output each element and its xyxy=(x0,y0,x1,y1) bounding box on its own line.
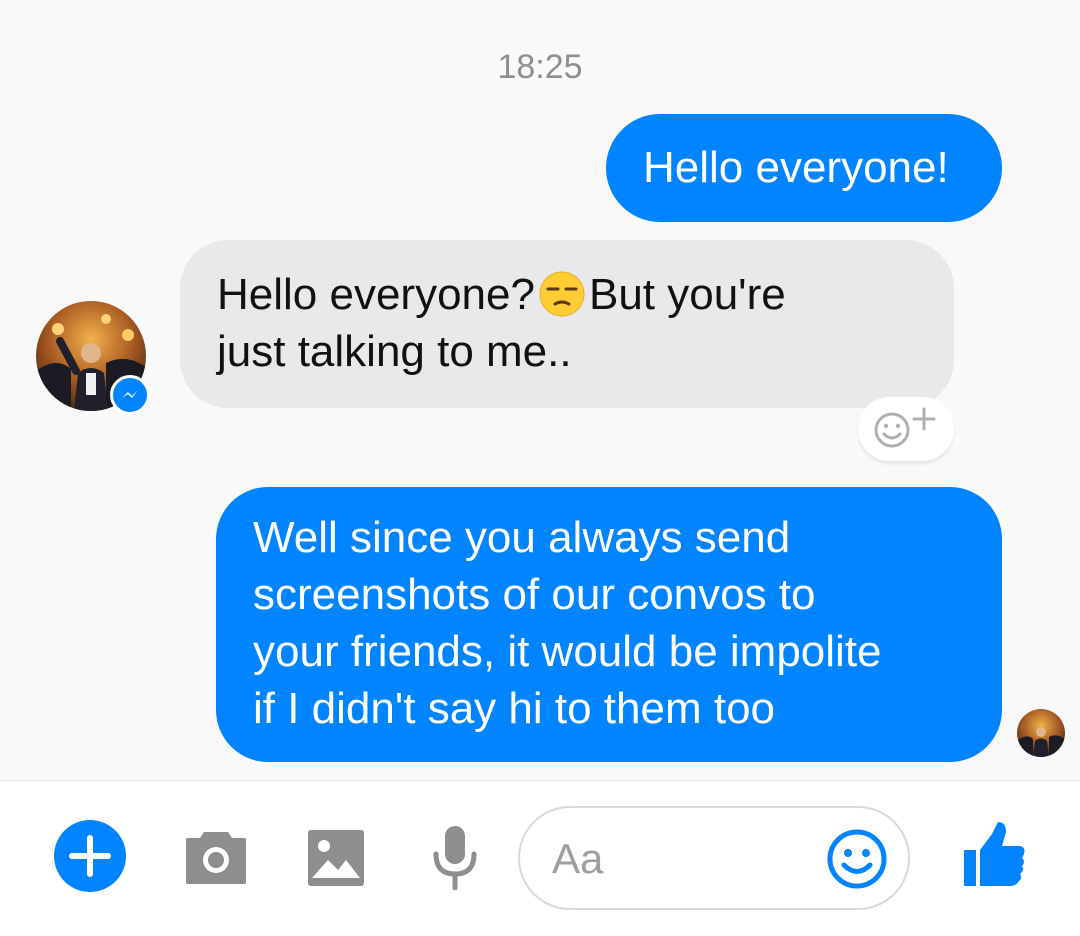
outgoing-message-bubble[interactable]: Well since you always send screenshots o… xyxy=(216,487,1002,762)
camera-icon xyxy=(186,832,246,884)
thumbs-up-icon xyxy=(964,822,1025,886)
message-line: Hello everyone? But you're xyxy=(217,266,918,323)
outgoing-message-bubble[interactable]: Hello everyone! xyxy=(606,114,1002,222)
message-line: just talking to me.. xyxy=(217,327,572,376)
unamused-face-emoji xyxy=(539,271,585,317)
read-receipt-avatar xyxy=(1017,709,1065,757)
emoji-button[interactable] xyxy=(826,828,888,890)
microphone-icon xyxy=(433,826,477,891)
more-actions-button[interactable] xyxy=(54,820,126,892)
like-button[interactable] xyxy=(962,820,1028,888)
message-thread: 18:25 Hello everyone! Hello everyone? Bu… xyxy=(0,0,1080,780)
gallery-button[interactable] xyxy=(308,830,364,886)
add-reaction-button[interactable] xyxy=(858,397,954,461)
messenger-badge-icon xyxy=(110,375,150,415)
message-input[interactable] xyxy=(552,834,832,884)
image-icon xyxy=(308,830,364,886)
message-line: Well since you always send xyxy=(253,513,791,562)
message-line: if I didn't say hi to them too xyxy=(253,684,776,733)
smiley-icon xyxy=(827,829,887,889)
message-text: Hello everyone? xyxy=(217,270,535,319)
message-line: screenshots of our convos to xyxy=(253,570,816,619)
camera-button[interactable] xyxy=(184,826,248,886)
timestamp: 18:25 xyxy=(497,48,583,86)
add-reaction-icon xyxy=(874,407,936,448)
voice-message-button[interactable] xyxy=(432,826,478,891)
avatar-photo xyxy=(1017,709,1065,757)
message-text: Hello everyone! xyxy=(643,143,949,192)
message-text: But you're xyxy=(588,270,786,319)
plus-icon xyxy=(69,835,111,877)
incoming-message-bubble[interactable]: Hello everyone? But you're just talking … xyxy=(180,240,954,408)
message-line: your friends, it would be impolite xyxy=(253,627,882,676)
